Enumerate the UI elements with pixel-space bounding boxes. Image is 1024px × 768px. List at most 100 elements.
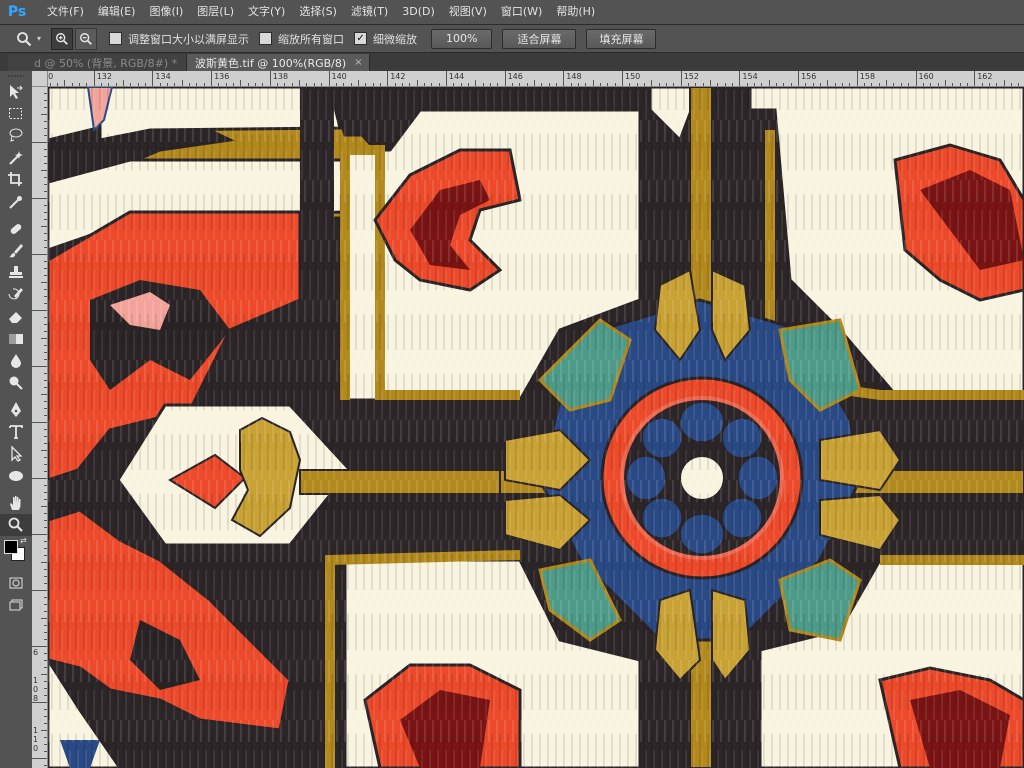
ruler-label: 142 [390, 72, 406, 81]
eyedropper-tool[interactable] [0, 191, 32, 213]
ellipse-icon [9, 471, 23, 481]
tab-background-document[interactable]: d @ 50% (背景, RGB/8#) * × [8, 54, 187, 71]
ruler-tick [123, 80, 125, 86]
magic-wand-tool[interactable] [0, 147, 32, 169]
ruler-label: 134 [155, 72, 171, 81]
menu-item[interactable]: 文字(Y) [241, 0, 292, 24]
ruler-tick [401, 83, 403, 86]
checkbox-box[interactable] [109, 32, 123, 45]
eyedropper-icon [9, 196, 22, 209]
ruler-tick [842, 83, 844, 86]
swap-colors-icon[interactable]: ⇄ [20, 536, 27, 545]
zoom-tool-preset-icon[interactable] [14, 29, 34, 49]
blur-tool[interactable] [0, 350, 32, 372]
path-select-tool[interactable] [0, 443, 32, 465]
ruler-label: 6 [33, 648, 39, 657]
healing-brush-tool[interactable] [0, 218, 32, 240]
menu-item[interactable]: 窗口(W) [494, 0, 549, 24]
scrubby-zoom-checkbox[interactable]: ✓ 细微缩放 [354, 31, 417, 47]
document-canvas[interactable] [48, 87, 1024, 768]
ruler-tick [44, 135, 47, 136]
ruler-tick [49, 83, 51, 86]
tab-persian-yellow[interactable]: 波斯黄色.tif @ 100%(RGB/8) × [187, 54, 370, 71]
ruler-tick [423, 83, 425, 86]
ruler-tick [996, 83, 998, 86]
ruler-tick [548, 83, 550, 86]
screen-mode-button[interactable] [0, 594, 32, 616]
options-bar: ▾ 调整窗口大小以满屏显示 缩放所有窗口 ✓ 细微缩放 100% 适合屏幕 填充… [0, 25, 1024, 53]
pen-tool[interactable] [0, 399, 32, 421]
eraser-icon [9, 312, 22, 323]
checkbox-box[interactable] [259, 32, 273, 45]
ruler-tick [790, 83, 792, 86]
ruler-label: 1 1 0 [33, 726, 39, 753]
menu-item[interactable]: 文件(F) [40, 0, 91, 24]
hand-tool[interactable] [0, 492, 32, 514]
ruler-tick [783, 83, 785, 86]
quick-mask-button[interactable] [0, 572, 32, 594]
resize-windows-checkbox[interactable]: 调整窗口大小以满屏显示 [109, 31, 249, 47]
checkmark-icon[interactable]: ✓ [354, 32, 368, 45]
ruler-tick [717, 83, 719, 86]
dodge-tool[interactable] [0, 372, 32, 394]
ruler-tick [44, 492, 47, 493]
eraser-tool[interactable] [0, 306, 32, 328]
ruler-tick [555, 83, 557, 86]
zoom-out-button[interactable] [75, 27, 98, 50]
ruler-tick [533, 80, 535, 86]
ruler-tick [32, 646, 47, 647]
ruler-tick [44, 695, 47, 696]
color-swatches[interactable]: ⇄ [0, 536, 32, 572]
ruler-tick [41, 506, 47, 507]
ruler-tick [86, 83, 88, 86]
ruler-tick [489, 83, 491, 86]
menu-item[interactable]: 编辑(E) [91, 0, 143, 24]
ruler-tick [526, 83, 528, 86]
ruler-tick [93, 71, 95, 86]
ellipse-tool[interactable] [0, 465, 32, 487]
menu-item[interactable]: 3D(D) [395, 0, 442, 24]
horizontal-ruler[interactable]: 1301321341361381401421441461481501521541… [32, 71, 1024, 87]
ruler-tick [44, 583, 47, 584]
fit-screen-button[interactable]: 适合屏幕 [502, 28, 577, 49]
actual-pixels-button[interactable]: 100% [431, 28, 493, 49]
menu-item[interactable]: 图层(L) [190, 0, 241, 24]
gradient-tool[interactable] [0, 328, 32, 350]
clone-stamp-tool[interactable] [0, 262, 32, 284]
ruler-tick [504, 71, 506, 86]
menu-item[interactable]: 滤镜(T) [344, 0, 395, 24]
type-tool[interactable] [0, 421, 32, 443]
crop-tool[interactable] [0, 169, 32, 191]
fill-screen-button[interactable]: 填充屏幕 [586, 28, 657, 49]
ruler-label: 152 [683, 72, 699, 81]
menu-item[interactable]: 图像(I) [142, 0, 190, 24]
lasso-tool[interactable] [0, 125, 32, 147]
history-brush-tool[interactable] [0, 284, 32, 306]
ruler-tick [44, 100, 47, 101]
move-tool[interactable] [0, 81, 32, 103]
chevron-down-icon[interactable]: ▾ [37, 34, 41, 43]
vertical-ruler[interactable]: 6 1 0 8 1 1 0 [32, 86, 48, 768]
ruler-tick [952, 83, 954, 86]
brush-tool[interactable] [0, 240, 32, 262]
panel-grip-icon[interactable] [0, 71, 32, 81]
marquee-tool[interactable] [0, 103, 32, 125]
menu-item[interactable]: 帮助(H) [549, 0, 602, 24]
zoom-tool[interactable] [0, 514, 32, 536]
ruler-tick [988, 83, 990, 86]
ruler-tick [856, 71, 858, 86]
zoom-in-button[interactable] [51, 27, 74, 50]
ruler-tick [922, 83, 924, 86]
close-icon[interactable]: × [354, 57, 362, 68]
menu-item[interactable]: 选择(S) [292, 0, 344, 24]
ruler-tick [365, 83, 367, 86]
ruler-origin[interactable] [32, 71, 48, 87]
ruler-tick [291, 83, 293, 86]
menu-item[interactable]: 视图(V) [442, 0, 494, 24]
ruler-tick [44, 555, 47, 556]
ruler-tick [44, 121, 47, 122]
zoom-all-windows-checkbox[interactable]: 缩放所有窗口 [259, 31, 344, 47]
ruler-tick [44, 261, 47, 262]
ruler-tick [44, 324, 47, 325]
foreground-color-swatch[interactable] [4, 540, 18, 554]
